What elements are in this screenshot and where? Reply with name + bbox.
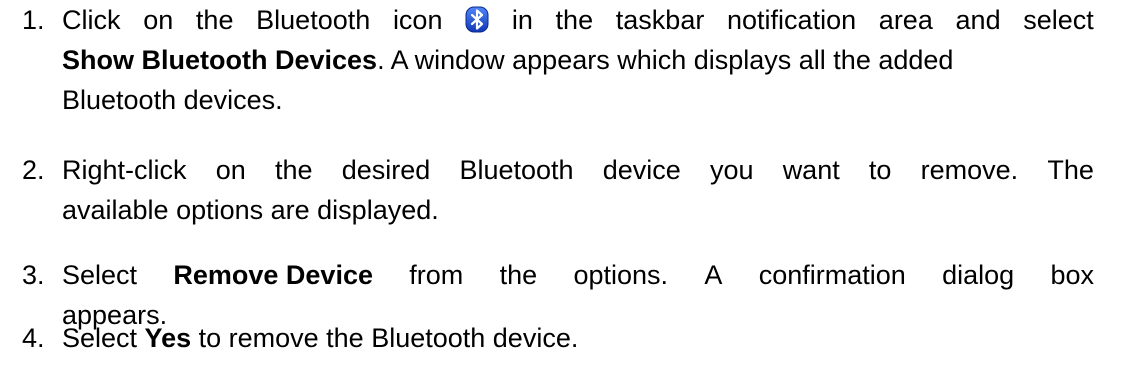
step-number: 3. (22, 260, 45, 290)
word: A (704, 260, 723, 290)
step-text: Click on the Bluetooth icon in the taskb… (62, 0, 1094, 120)
step-4-line-1: Select Yes to remove the Bluetooth devic… (62, 318, 1094, 358)
word: box (1050, 260, 1094, 290)
word: to (868, 155, 892, 185)
step-1-line-2-text: . A window appears which displays all th… (377, 45, 954, 75)
word: taskbar (615, 5, 705, 35)
step-text: Right-click on the desired Bluetooth dev… (62, 150, 1094, 230)
word: on (143, 5, 174, 35)
word: area (878, 5, 933, 35)
word: dialog (942, 260, 1015, 290)
word: the (195, 5, 234, 35)
word: desired (341, 155, 431, 185)
bluetooth-icon (465, 0, 489, 40)
word: and (955, 5, 1001, 35)
step-2-line-2: available options are displayed. (62, 195, 439, 225)
word: want (782, 155, 840, 185)
step-text: Select Yes to remove the Bluetooth devic… (62, 318, 1094, 358)
step-number: 1. (22, 5, 45, 35)
word: icon (392, 5, 443, 35)
word: select (1023, 5, 1094, 35)
word: confirmation (758, 260, 906, 290)
menu-option-show-bluetooth-devices: Show Bluetooth Devices (62, 45, 378, 75)
step-3-line-1: Select Remove Device from the options. A… (62, 255, 1094, 295)
word: Select (62, 260, 138, 290)
dialog-option-yes: Yes (144, 323, 192, 353)
step-1-line-1: Click on the Bluetooth icon in the taskb… (62, 0, 1094, 40)
menu-option-remove-device: Remove Device (173, 260, 373, 290)
step-number: 4. (22, 323, 45, 353)
step-1-line-3: Bluetooth devices. (62, 85, 283, 115)
step-2-line-1: Right-click on the desired Bluetooth dev… (62, 150, 1094, 190)
word: Bluetooth (459, 155, 574, 185)
word: the (499, 260, 538, 290)
word: you (709, 155, 754, 185)
step-1-line-2: Show Bluetooth Devices. A window appears… (62, 40, 1094, 80)
word: The (1047, 155, 1094, 185)
step-4-pre: Select (62, 323, 145, 353)
step-4-post: to remove the Bluetooth device. (191, 323, 579, 353)
word: Click (62, 5, 121, 35)
word: from (409, 260, 464, 290)
word: the (274, 155, 313, 185)
step-number: 2. (22, 155, 45, 185)
instruction-document: 1. Click on the Bluetooth icon in the ta… (0, 0, 1128, 379)
word: in (511, 5, 533, 35)
word: device (602, 155, 681, 185)
word: notification (727, 5, 857, 35)
word: on (215, 155, 246, 185)
word: Right-click (62, 155, 187, 185)
word: options. (573, 260, 669, 290)
word: Bluetooth (256, 5, 371, 35)
word: the (555, 5, 594, 35)
word: remove. (920, 155, 1019, 185)
